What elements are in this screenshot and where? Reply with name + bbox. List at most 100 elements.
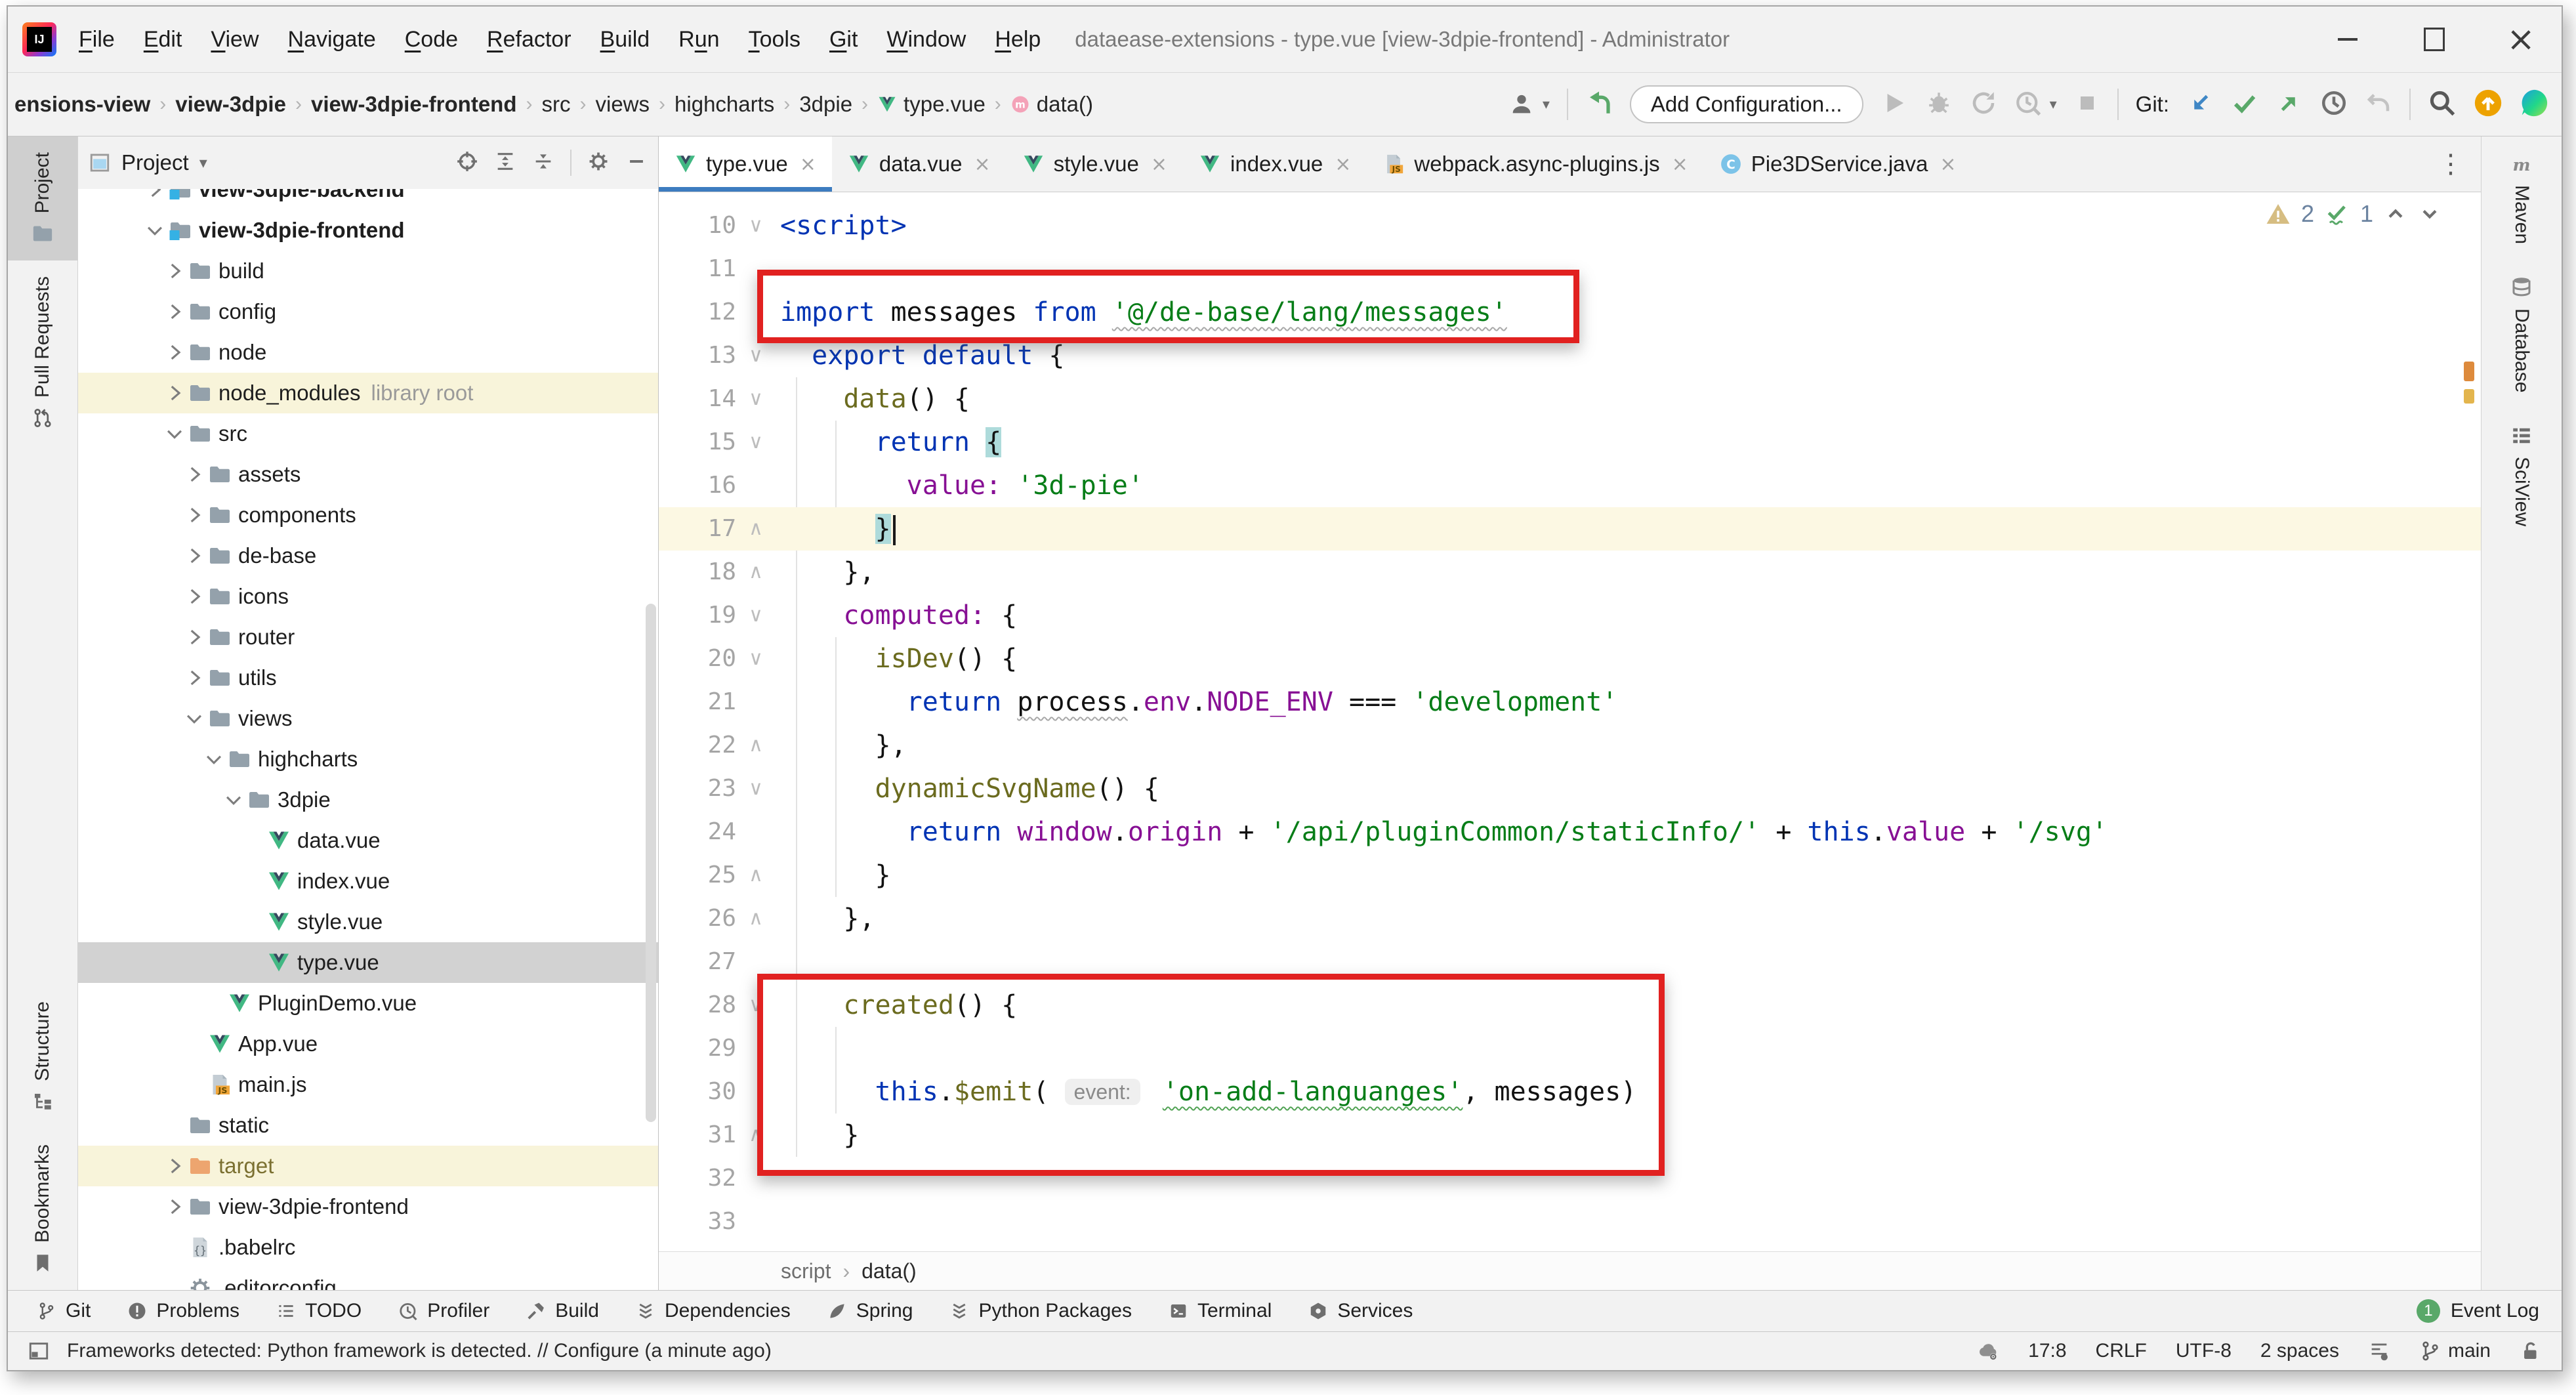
indent-style[interactable]: 2 spaces — [2260, 1340, 2339, 1362]
tab-close-icon[interactable]: × — [800, 153, 816, 176]
code-line-22[interactable]: 22∧ }, — [659, 724, 2481, 767]
line-number[interactable]: 10 — [659, 204, 736, 247]
toolwindow-terminal[interactable]: Terminal — [1169, 1300, 1272, 1322]
tab-type.vue[interactable]: type.vue× — [659, 136, 832, 192]
hide-panel-button[interactable] — [625, 150, 648, 176]
toolwindow-build[interactable]: Build — [526, 1300, 599, 1322]
error-stripe-mark[interactable] — [2464, 362, 2474, 381]
tree-item-components[interactable]: components — [78, 495, 658, 535]
menu-run[interactable]: Run — [678, 27, 719, 52]
collapse-all-button[interactable] — [532, 150, 554, 176]
tab-close-icon[interactable]: × — [974, 153, 991, 176]
editor-breadcrumb-item[interactable]: data() — [862, 1259, 917, 1283]
menu-navigate[interactable]: Navigate — [288, 27, 376, 52]
tool-strip-structure[interactable]: Structure — [8, 986, 77, 1129]
tree-item-.babelrc[interactable]: {}.babelrc — [78, 1227, 658, 1268]
menu-edit[interactable]: Edit — [144, 27, 182, 52]
tab-webpack.async-plugins.js[interactable]: JSwebpack.async-plugins.js× — [1367, 136, 1703, 192]
line-number[interactable]: 23 — [659, 767, 736, 810]
breadcrumb-item[interactable]: highcharts — [675, 92, 774, 117]
git-update-button[interactable] — [2186, 89, 2214, 120]
tree-item-node[interactable]: node — [78, 332, 658, 373]
locate-file-button[interactable] — [456, 150, 478, 176]
search-everywhere-button[interactable] — [2428, 89, 2457, 121]
git-push-button[interactable] — [2275, 89, 2303, 120]
toolwindow-git[interactable]: Git — [37, 1300, 91, 1322]
code-line-26[interactable]: 26∧ }, — [659, 897, 2481, 940]
line-number[interactable]: 24 — [659, 810, 736, 854]
code-line-33[interactable]: 33 — [659, 1200, 2481, 1243]
tab-Pie3DService.java[interactable]: CPie3DService.java× — [1704, 136, 1972, 192]
tree-chevron-right-icon[interactable] — [183, 504, 205, 526]
tree-item-type.vue[interactable]: type.vue — [78, 942, 658, 983]
menu-help[interactable]: Help — [995, 27, 1041, 52]
fold-marker-icon[interactable]: ∧ — [741, 507, 770, 551]
tree-chevron-down-icon[interactable] — [203, 748, 225, 770]
git-branch-widget[interactable]: main — [2419, 1340, 2491, 1362]
profiler-dropdown-icon[interactable]: ▾ — [2050, 96, 2057, 113]
tree-chevron-right-icon[interactable] — [183, 667, 205, 689]
line-number[interactable]: 13 — [659, 334, 736, 377]
tree-chevron-down-icon[interactable] — [183, 707, 205, 730]
tab-data.vue[interactable]: data.vue× — [832, 136, 1007, 192]
fold-marker-icon[interactable]: ∨ — [741, 377, 770, 421]
breadcrumb-item[interactable]: view-3dpie-frontend — [311, 92, 517, 117]
tree-item-router[interactable]: router — [78, 617, 658, 657]
editor-breadcrumb-item[interactable]: script — [781, 1259, 831, 1283]
menu-build[interactable]: Build — [600, 27, 650, 52]
panel-settings-button[interactable] — [587, 150, 610, 176]
event-log-button[interactable]: 1Event Log — [2417, 1299, 2539, 1323]
tree-item-target[interactable]: target — [78, 1146, 658, 1186]
toolwindow-python-packages[interactable]: Python Packages — [949, 1300, 1131, 1322]
fold-marker-icon[interactable]: ∨ — [741, 637, 770, 680]
tool-strip-project[interactable]: Project — [8, 136, 77, 260]
line-number[interactable]: 14 — [659, 377, 736, 421]
tab-close-icon[interactable]: × — [1335, 153, 1351, 176]
line-number[interactable]: 16 — [659, 464, 736, 507]
tree-item-data.vue[interactable]: data.vue — [78, 820, 658, 861]
line-ending[interactable]: CRLF — [2096, 1340, 2147, 1362]
run-button[interactable] — [1880, 89, 1908, 120]
tab-style.vue[interactable]: style.vue× — [1007, 136, 1183, 192]
tree-item-assets[interactable]: assets — [78, 454, 658, 495]
line-number[interactable]: 15 — [659, 421, 736, 464]
menu-window[interactable]: Window — [886, 27, 966, 52]
toolwindow-profiler[interactable]: Profiler — [398, 1300, 489, 1322]
tree-item-view-3dpie-frontend[interactable]: view-3dpie-frontend — [78, 210, 658, 251]
line-number[interactable]: 31 — [659, 1114, 736, 1157]
tab-index.vue[interactable]: index.vue× — [1183, 136, 1367, 192]
user-dropdown-icon[interactable]: ▾ — [1543, 96, 1550, 113]
tree-item-style.vue[interactable]: style.vue — [78, 902, 658, 942]
tool-strip-database[interactable]: Database — [2482, 260, 2562, 408]
tree-chevron-right-icon[interactable] — [183, 585, 205, 608]
debug-button[interactable] — [1925, 89, 1953, 120]
fold-marker-icon[interactable]: ∧ — [741, 551, 770, 594]
line-number[interactable]: 19 — [659, 594, 736, 637]
menu-view[interactable]: View — [211, 27, 259, 52]
line-number[interactable]: 32 — [659, 1157, 736, 1200]
next-issue-icon[interactable] — [2418, 202, 2441, 226]
project-panel-title[interactable]: Project — [121, 150, 189, 175]
fold-marker-icon[interactable]: ∧ — [741, 897, 770, 940]
project-view-dropdown-icon[interactable]: ▾ — [199, 154, 207, 173]
line-number[interactable]: 25 — [659, 854, 736, 897]
menu-refactor[interactable]: Refactor — [487, 27, 571, 52]
fold-marker-icon[interactable]: ∧ — [741, 854, 770, 897]
tree-item-main.js[interactable]: JSmain.js — [78, 1064, 658, 1105]
line-number[interactable]: 21 — [659, 680, 736, 724]
code-line-14[interactable]: 14∨ data() { — [659, 377, 2481, 421]
code-editor[interactable]: 10∨<script>1112import messages from '@/d… — [659, 192, 2481, 1251]
tree-chevron-right-icon[interactable] — [183, 545, 205, 567]
minimize-button[interactable] — [2333, 25, 2362, 54]
tool-strip-pull-requests[interactable]: Pull Requests — [8, 260, 77, 445]
tree-chevron-down-icon[interactable] — [163, 423, 186, 445]
tree-chevron-right-icon[interactable] — [144, 189, 166, 201]
breadcrumb-item[interactable]: view-3dpie — [175, 92, 286, 117]
tree-item-view-3dpie-backend[interactable]: view-3dpie-backend — [78, 189, 658, 210]
tree-item-utils[interactable]: utils — [78, 657, 658, 698]
tab-close-icon[interactable]: × — [1940, 153, 1956, 176]
fold-marker-icon[interactable]: ∨ — [741, 594, 770, 637]
breadcrumb-item[interactable]: 3dpie — [799, 92, 852, 117]
line-number[interactable]: 29 — [659, 1027, 736, 1070]
tree-item-node-modules[interactable]: node_moduleslibrary root — [78, 373, 658, 413]
